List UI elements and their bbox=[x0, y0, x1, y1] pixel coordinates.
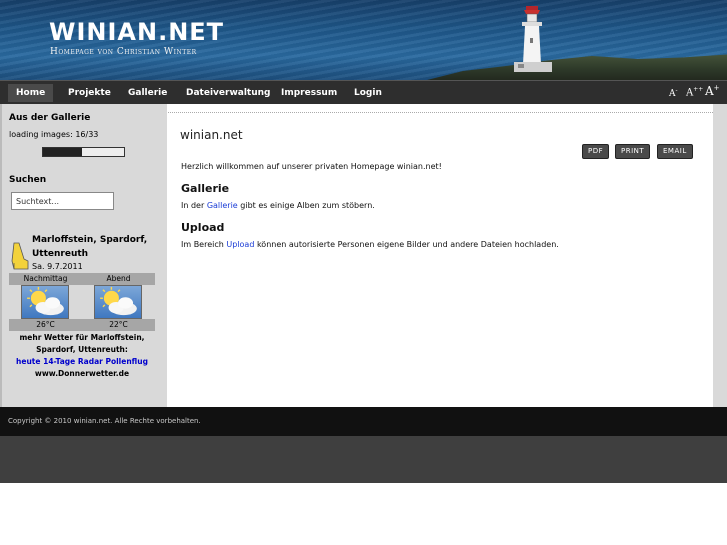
gallery-loading-text: loading images: 16/33 bbox=[9, 130, 99, 139]
sun-cloud-icon[interactable] bbox=[94, 285, 142, 319]
copyright-text: Copyright © 2010 winian.net. Alle Rechte… bbox=[8, 417, 201, 425]
gallery-progress-bar bbox=[42, 147, 125, 157]
search-heading: Suchen bbox=[9, 175, 47, 185]
font-normal-button[interactable]: A++ bbox=[686, 86, 703, 98]
print-button[interactable]: PRINT bbox=[615, 144, 651, 159]
upload-link[interactable]: Upload bbox=[226, 240, 254, 249]
footer-bottom-band bbox=[0, 436, 727, 483]
weather-temps-bar: 26°C 22°C bbox=[9, 319, 155, 331]
weather-date: Sa. 9.7.2011 bbox=[32, 262, 83, 271]
weather-place: Marloffstein, Spardorf, Uttenreuth bbox=[32, 235, 148, 259]
header-banner: WINIAN.NET Homepage von Christian Winter bbox=[0, 0, 727, 80]
weather-periods-bar: Nachmittag Abend bbox=[9, 273, 155, 285]
intro-text: Herzlich willkommen auf unserer privaten… bbox=[181, 162, 442, 171]
pdf-button[interactable]: PDF bbox=[582, 144, 610, 159]
section-text-part: können autorisierte Personen eigene Bild… bbox=[254, 240, 559, 249]
nav-login[interactable]: Login bbox=[346, 84, 390, 102]
section-text-part: gibt es einige Alben zum stöbern. bbox=[237, 201, 375, 210]
weather-link-radar[interactable]: Radar bbox=[78, 357, 103, 366]
page-title: winian.net bbox=[180, 128, 243, 142]
site-container: WINIAN.NET Homepage von Christian Winter… bbox=[0, 0, 727, 483]
nav-home[interactable]: Home bbox=[8, 84, 54, 102]
font-larger-button[interactable]: A+ bbox=[705, 84, 720, 98]
gallery-progress-fill bbox=[43, 148, 82, 156]
nav-gallerie[interactable]: Gallerie bbox=[120, 84, 175, 102]
site-subtitle: Homepage von Christian Winter bbox=[50, 47, 197, 57]
main-navbar: Home Projekte Gallerie Dateiverwaltung I… bbox=[0, 80, 727, 104]
section-text-upload: Im Bereich Upload können autorisierte Pe… bbox=[181, 240, 559, 249]
weather-more-line1: mehr Wetter für Marloffstein, bbox=[19, 333, 145, 342]
search-input[interactable] bbox=[11, 192, 114, 210]
section-text-gallerie: In der Gallerie gibt es einige Alben zum… bbox=[181, 201, 375, 210]
weather-more-line2: Spardorf, Uttenreuth: bbox=[36, 345, 128, 354]
sun-cloud-icon[interactable] bbox=[21, 285, 69, 319]
nav-dateiverwaltung[interactable]: Dateiverwaltung bbox=[178, 84, 278, 102]
sidebar: Aus der Gallerie loading images: 16/33 S… bbox=[2, 104, 167, 407]
weather-links: heute 14-Tage Radar Pollenflug bbox=[9, 356, 155, 368]
right-border-strip bbox=[713, 104, 727, 407]
nav-impressum[interactable]: Impressum bbox=[273, 84, 345, 102]
weather-temp-evening: 22°C bbox=[109, 320, 128, 329]
section-heading-gallerie: Gallerie bbox=[181, 182, 230, 195]
lighthouse-image bbox=[514, 6, 552, 72]
weather-source-link[interactable]: www.Donnerwetter.de bbox=[9, 368, 155, 380]
site-title[interactable]: WINIAN.NET bbox=[49, 18, 224, 46]
weather-link-pollen[interactable]: Pollenflug bbox=[105, 357, 147, 366]
weather-temp-afternoon: 26°C bbox=[36, 320, 55, 329]
content-divider bbox=[168, 112, 713, 113]
weather-link-today[interactable]: heute bbox=[16, 357, 40, 366]
email-button[interactable]: EMAIL bbox=[657, 144, 693, 159]
footer: Copyright © 2010 winian.net. Alle Rechte… bbox=[0, 407, 727, 436]
nav-projekte[interactable]: Projekte bbox=[60, 84, 119, 102]
gallery-heading: Aus der Gallerie bbox=[9, 113, 91, 123]
gallerie-link[interactable]: Gallerie bbox=[207, 201, 238, 210]
weather-link-14days[interactable]: 14-Tage bbox=[43, 357, 75, 366]
section-heading-upload: Upload bbox=[181, 221, 225, 234]
section-text-part: In der bbox=[181, 201, 207, 210]
weather-period-evening: Abend bbox=[106, 274, 131, 283]
section-text-part: Im Bereich bbox=[181, 240, 227, 249]
main-content: winian.net PDF PRINT EMAIL Herzlich will… bbox=[168, 104, 713, 407]
weather-period-afternoon: Nachmittag bbox=[23, 274, 68, 283]
font-smaller-button[interactable]: A- bbox=[669, 87, 678, 99]
pointing-hand-icon[interactable] bbox=[10, 241, 32, 271]
